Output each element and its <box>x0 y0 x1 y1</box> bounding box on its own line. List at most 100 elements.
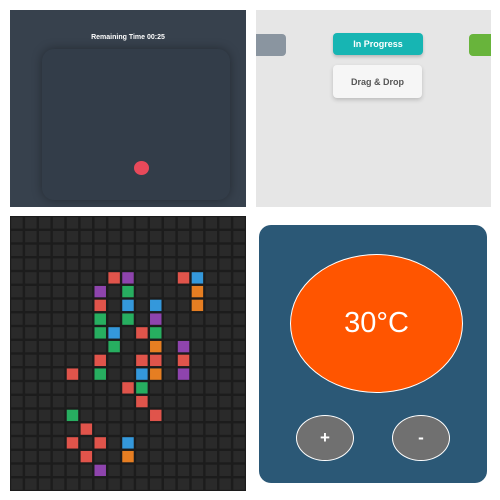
empty-tile[interactable] <box>163 244 176 257</box>
empty-tile[interactable] <box>233 299 245 312</box>
colored-tile[interactable] <box>66 437 79 449</box>
empty-tile[interactable] <box>38 423 51 435</box>
empty-tile[interactable] <box>25 450 37 463</box>
empty-tile[interactable] <box>136 217 148 229</box>
empty-tile[interactable] <box>94 217 106 229</box>
empty-tile[interactable] <box>122 395 134 408</box>
empty-tile[interactable] <box>94 382 106 394</box>
empty-tile[interactable] <box>108 285 120 298</box>
colored-tile[interactable] <box>191 272 204 284</box>
colored-tile[interactable] <box>191 285 204 298</box>
empty-tile[interactable] <box>177 437 190 449</box>
empty-tile[interactable] <box>219 464 231 477</box>
empty-tile[interactable] <box>80 409 93 422</box>
empty-tile[interactable] <box>11 272 23 284</box>
empty-tile[interactable] <box>191 340 204 353</box>
empty-tile[interactable] <box>219 244 231 257</box>
empty-tile[interactable] <box>11 382 23 394</box>
empty-tile[interactable] <box>191 478 204 490</box>
colored-tile[interactable] <box>122 450 134 463</box>
empty-tile[interactable] <box>163 423 176 435</box>
empty-tile[interactable] <box>191 450 204 463</box>
empty-tile[interactable] <box>122 478 134 490</box>
empty-tile[interactable] <box>122 258 134 270</box>
empty-tile[interactable] <box>191 437 204 449</box>
empty-tile[interactable] <box>205 464 218 477</box>
empty-tile[interactable] <box>25 437 37 449</box>
empty-tile[interactable] <box>191 230 204 243</box>
empty-tile[interactable] <box>150 382 162 394</box>
empty-tile[interactable] <box>177 478 190 490</box>
empty-tile[interactable] <box>52 450 65 463</box>
empty-tile[interactable] <box>150 478 162 490</box>
empty-tile[interactable] <box>11 450 23 463</box>
empty-tile[interactable] <box>205 478 218 490</box>
empty-tile[interactable] <box>122 368 134 380</box>
empty-tile[interactable] <box>25 354 37 367</box>
colored-tile[interactable] <box>177 272 190 284</box>
empty-tile[interactable] <box>219 313 231 325</box>
empty-tile[interactable] <box>38 354 51 367</box>
colored-tile[interactable] <box>150 340 162 353</box>
empty-tile[interactable] <box>108 313 120 325</box>
empty-tile[interactable] <box>80 340 93 353</box>
empty-tile[interactable] <box>38 478 51 490</box>
empty-tile[interactable] <box>52 230 65 243</box>
empty-tile[interactable] <box>38 258 51 270</box>
empty-tile[interactable] <box>177 464 190 477</box>
empty-tile[interactable] <box>52 272 65 284</box>
empty-tile[interactable] <box>25 478 37 490</box>
empty-tile[interactable] <box>122 354 134 367</box>
empty-tile[interactable] <box>219 299 231 312</box>
empty-tile[interactable] <box>205 382 218 394</box>
empty-tile[interactable] <box>52 313 65 325</box>
ball[interactable] <box>134 161 149 175</box>
empty-tile[interactable] <box>219 258 231 270</box>
empty-tile[interactable] <box>233 313 245 325</box>
empty-tile[interactable] <box>94 340 106 353</box>
colored-tile[interactable] <box>150 299 162 312</box>
colored-tile[interactable] <box>177 354 190 367</box>
empty-tile[interactable] <box>219 354 231 367</box>
empty-tile[interactable] <box>11 258 23 270</box>
empty-tile[interactable] <box>136 478 148 490</box>
empty-tile[interactable] <box>108 382 120 394</box>
empty-tile[interactable] <box>219 450 231 463</box>
empty-tile[interactable] <box>52 299 65 312</box>
empty-tile[interactable] <box>25 423 37 435</box>
empty-tile[interactable] <box>25 327 37 339</box>
colored-tile[interactable] <box>122 285 134 298</box>
empty-tile[interactable] <box>177 285 190 298</box>
empty-tile[interactable] <box>66 217 79 229</box>
empty-tile[interactable] <box>191 313 204 325</box>
colored-tile[interactable] <box>136 354 148 367</box>
empty-tile[interactable] <box>136 299 148 312</box>
empty-tile[interactable] <box>233 464 245 477</box>
colored-tile[interactable] <box>150 354 162 367</box>
empty-tile[interactable] <box>205 244 218 257</box>
empty-tile[interactable] <box>94 395 106 408</box>
empty-tile[interactable] <box>25 217 37 229</box>
empty-tile[interactable] <box>205 395 218 408</box>
empty-tile[interactable] <box>80 395 93 408</box>
colored-tile[interactable] <box>150 409 162 422</box>
empty-tile[interactable] <box>94 244 106 257</box>
empty-tile[interactable] <box>233 258 245 270</box>
empty-tile[interactable] <box>25 368 37 380</box>
empty-tile[interactable] <box>163 285 176 298</box>
empty-tile[interactable] <box>66 395 79 408</box>
empty-tile[interactable] <box>177 299 190 312</box>
empty-tile[interactable] <box>80 327 93 339</box>
empty-tile[interactable] <box>163 478 176 490</box>
empty-tile[interactable] <box>80 313 93 325</box>
empty-tile[interactable] <box>11 327 23 339</box>
empty-tile[interactable] <box>11 340 23 353</box>
colored-tile[interactable] <box>108 327 120 339</box>
empty-tile[interactable] <box>52 217 65 229</box>
colored-tile[interactable] <box>150 327 162 339</box>
empty-tile[interactable] <box>191 217 204 229</box>
empty-tile[interactable] <box>150 244 162 257</box>
empty-tile[interactable] <box>205 368 218 380</box>
colored-tile[interactable] <box>80 423 93 435</box>
colored-tile[interactable] <box>122 272 134 284</box>
